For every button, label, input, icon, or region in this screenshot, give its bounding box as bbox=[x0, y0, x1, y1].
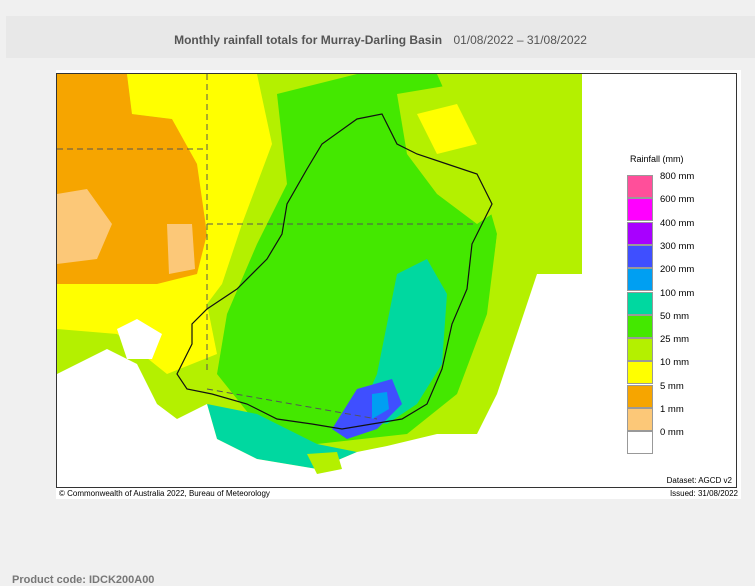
legend-label: 800 mm bbox=[660, 171, 695, 182]
legend-swatch bbox=[627, 291, 653, 315]
legend-label: 1 mm bbox=[660, 404, 684, 415]
legend-label: 10 mm bbox=[660, 357, 690, 369]
legend-title: Rainfall (mm) bbox=[630, 154, 684, 164]
legend-label: 100 mm bbox=[660, 287, 695, 299]
legend-label: 200 mm bbox=[660, 264, 695, 276]
legend-swatch bbox=[627, 268, 653, 292]
legend-swatch bbox=[627, 431, 653, 455]
dataset-label: Dataset: AGCD v2 bbox=[666, 476, 732, 485]
legend-swatch bbox=[627, 175, 653, 198]
legend-label: 50 mm bbox=[660, 310, 690, 322]
legend-swatch bbox=[627, 338, 653, 362]
title-bar: Monthly rainfall totals for Murray-Darli… bbox=[6, 16, 755, 58]
product-code: Product code: IDCK200A00 bbox=[12, 574, 155, 586]
rainfall-map-svg bbox=[57, 74, 582, 487]
legend-swatch bbox=[627, 361, 653, 385]
map-title: Monthly rainfall totals for Murray-Darli… bbox=[6, 33, 755, 47]
very-dry-patch-2 bbox=[167, 224, 195, 274]
legend-label: 600 mm bbox=[660, 194, 695, 206]
copyright-notice: © Commonwealth of Australia 2022, Bureau… bbox=[59, 489, 270, 498]
legend-swatch bbox=[627, 408, 653, 431]
date-range: 01/08/2022 – 31/08/2022 bbox=[453, 33, 587, 47]
map-title-text: Monthly rainfall totals for Murray-Darli… bbox=[174, 33, 443, 47]
legend-label: 25 mm bbox=[660, 334, 690, 346]
legend-swatch bbox=[627, 221, 653, 245]
legend-swatch bbox=[627, 198, 653, 222]
legend-swatch bbox=[627, 384, 653, 408]
legend-label: 5 mm bbox=[660, 380, 684, 392]
legend-label: 0 mm bbox=[660, 427, 684, 439]
legend-label: 400 mm bbox=[660, 217, 695, 229]
legend-swatch bbox=[627, 244, 653, 268]
rainfall-map bbox=[56, 73, 583, 488]
legend-swatch bbox=[627, 314, 653, 338]
legend-label: 300 mm bbox=[660, 240, 695, 252]
issued-date: Issued: 31/08/2022 bbox=[669, 489, 738, 498]
legend: Rainfall (mm) 800 mm 600 mm 400 mm 300 mm 20… bbox=[582, 73, 737, 488]
